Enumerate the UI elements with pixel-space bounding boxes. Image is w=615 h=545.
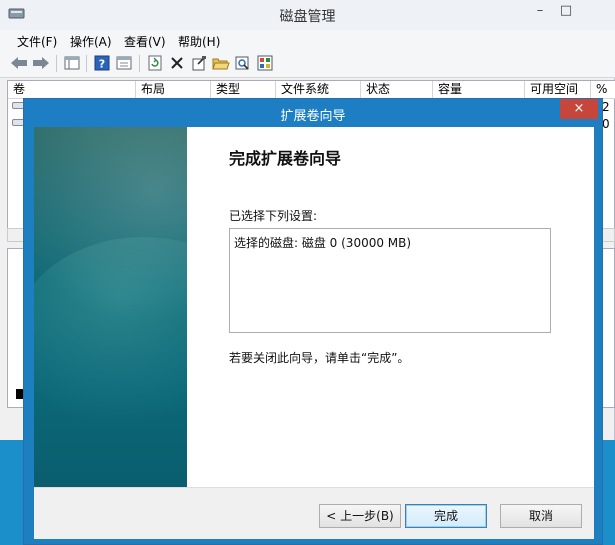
settings-label: 已选择下列设置: [229, 209, 318, 223]
wizard-body: 完成扩展卷向导 已选择下列设置: 选择的磁盘: 磁盘 0 (30000 MB) … [34, 127, 594, 539]
wizard-title: 扩展卷向导 [280, 109, 346, 124]
menu-bar: 文件(F) 操作(A) 查看(V) 帮助(H) [0, 30, 615, 50]
wizard-side-banner [34, 127, 187, 487]
settings-summary-box[interactable]: 选择的磁盘: 磁盘 0 (30000 MB) [229, 228, 551, 333]
menu-action[interactable]: 操作(A) [70, 33, 112, 50]
menu-file[interactable]: 文件(F) [17, 33, 57, 50]
window-title: 磁盘管理 [279, 9, 336, 25]
properties-view-icon[interactable] [115, 54, 133, 72]
back-arrow-icon[interactable] [10, 54, 28, 72]
svg-text:?: ? [99, 58, 105, 71]
column-header-free-space[interactable]: 可用空间 [525, 81, 591, 99]
wizard-heading: 完成扩展卷向导 [229, 149, 342, 168]
refresh-icon[interactable] [146, 54, 164, 72]
cancel-button[interactable]: 取消 [500, 504, 582, 528]
console-tree-icon[interactable] [63, 54, 81, 72]
finish-button[interactable]: 完成 [405, 504, 487, 528]
column-header-type[interactable]: 类型 [211, 81, 276, 99]
menu-view[interactable]: 查看(V) [124, 33, 166, 50]
close-hint-text: 若要关闭此向导，请单击“完成”。 [229, 351, 410, 365]
wizard-titlebar: 扩展卷向导 × [24, 99, 602, 127]
volume-row-percent: 2 [602, 100, 610, 114]
toolbar-divider [139, 55, 140, 72]
wizard-content: 完成扩展卷向导 已选择下列设置: 选择的磁盘: 磁盘 0 (30000 MB) … [187, 127, 594, 487]
column-header-percent[interactable]: % [591, 81, 615, 99]
minimize-button[interactable]: – [526, 2, 554, 22]
menu-help[interactable]: 帮助(H) [178, 33, 220, 50]
wizard-button-bar: < 上一步(B) 完成 取消 [34, 487, 594, 539]
open-folder-icon[interactable] [212, 54, 230, 72]
selected-disk-text: 选择的磁盘: 磁盘 0 (30000 MB) [234, 236, 412, 250]
column-header-status[interactable]: 状态 [361, 81, 433, 99]
column-header-capacity[interactable]: 容量 [433, 81, 525, 99]
column-header-filesystem[interactable]: 文件系统 [276, 81, 361, 99]
properties-icon[interactable] [190, 54, 208, 72]
volume-row-percent: 0 [602, 117, 610, 131]
disk-settings-icon[interactable] [256, 54, 274, 72]
delete-icon[interactable] [168, 54, 186, 72]
maximize-button[interactable]: □ [552, 2, 580, 22]
toolbar: ? [0, 50, 615, 78]
extend-volume-wizard: 扩展卷向导 × 完成扩展卷向导 已选择下列设置: 选择的磁盘: 磁盘 0 (30… [23, 98, 603, 545]
column-header-volume[interactable]: 卷 [8, 81, 136, 99]
toolbar-divider [56, 55, 57, 72]
search-disk-icon[interactable] [234, 54, 252, 72]
window-titlebar: 磁盘管理 – □ [0, 0, 615, 30]
help-icon[interactable]: ? [93, 54, 111, 72]
back-button[interactable]: < 上一步(B) [319, 504, 401, 528]
forward-arrow-icon[interactable] [32, 54, 50, 72]
close-button[interactable]: × [560, 99, 598, 119]
column-header-layout[interactable]: 布局 [136, 81, 211, 99]
banner-highlight [34, 237, 187, 437]
toolbar-divider [86, 55, 87, 72]
